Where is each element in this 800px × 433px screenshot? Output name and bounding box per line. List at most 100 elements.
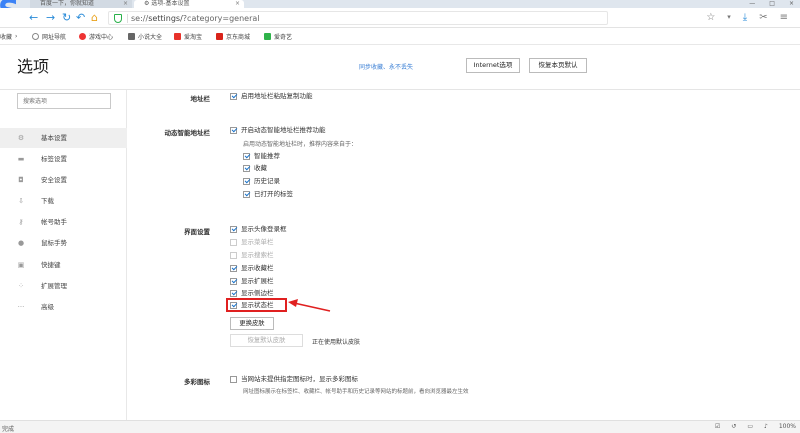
- checkbox[interactable]: [230, 290, 237, 297]
- globe-icon: [32, 33, 39, 40]
- bookmark-item[interactable]: 京东商城: [216, 32, 250, 41]
- bookmarks-bar: 收藏 › 网址导航 游戏中心 小说大全 爱淘宝 京东商城 爱奇艺: [0, 28, 800, 45]
- option-label: 智能推荐: [254, 152, 280, 160]
- sidebar-item-shortcuts[interactable]: ▣ 快捷键: [0, 255, 127, 275]
- checkbox[interactable]: [230, 376, 237, 383]
- refresh-icon[interactable]: ↺: [731, 423, 736, 430]
- option-history[interactable]: 历史记录: [243, 177, 280, 186]
- sidebar-item-tabs[interactable]: ▬ 标签设置: [0, 149, 127, 169]
- gear-icon: ⚙: [17, 134, 25, 142]
- sidebar-item-extensions[interactable]: ⁘ 扩展管理: [0, 276, 127, 296]
- status-tools: ☑ ↺ ▭ ♪ 100%: [715, 423, 796, 430]
- tab-settings[interactable]: ⚙ 选项-基本设置 ×: [134, 0, 244, 8]
- undo-close-icon[interactable]: ↶: [76, 11, 85, 24]
- bookmark-item[interactable]: 爱奇艺: [264, 32, 292, 41]
- sidebar-item-download[interactable]: ⇩ 下载: [0, 191, 127, 211]
- bookmark-item[interactable]: 网址导航: [32, 32, 66, 41]
- layout-icon[interactable]: ▭: [747, 423, 753, 430]
- option-sidebar[interactable]: 显示侧边栏: [230, 289, 274, 298]
- option-favorites[interactable]: 收藏: [243, 164, 267, 173]
- sidebar-item-label: 安全设置: [41, 176, 67, 184]
- scissors-icon[interactable]: ✂: [759, 11, 767, 24]
- option-colorful-icons[interactable]: 当网站未提供指定图标时，显示多彩图标: [230, 375, 358, 384]
- option-label: 显示扩展栏: [241, 277, 274, 285]
- checkbox[interactable]: [230, 93, 237, 100]
- grid-icon: ⁘: [18, 282, 24, 290]
- bookmark-favorites[interactable]: 收藏 ›: [0, 32, 17, 41]
- checkbox[interactable]: [230, 127, 237, 134]
- page-header: 选项 同步收藏、永不丢失 Internet选项 恢复本页默认: [0, 45, 800, 90]
- tab-label: 选项-基本设置: [151, 0, 190, 7]
- checkbox[interactable]: [243, 153, 250, 160]
- bookmark-label: 爱奇艺: [274, 34, 293, 41]
- sidebar-item-label: 快捷键: [41, 261, 61, 269]
- back-icon[interactable]: ←: [29, 11, 38, 24]
- option-smart-recommend[interactable]: 智能推荐: [243, 152, 280, 161]
- sidebar-item-advanced[interactable]: ··· 高级: [0, 297, 127, 317]
- address-bar[interactable]: se://settings/?category=general: [108, 11, 608, 25]
- shield-icon: ◘: [18, 176, 24, 184]
- sidebar-item-label: 帐号助手: [41, 218, 67, 226]
- sidebar-item-gestures[interactable]: ● 鼠标手势: [0, 233, 127, 253]
- checkbox[interactable]: [230, 239, 237, 246]
- download-icon[interactable]: ⤓: [743, 11, 747, 24]
- sidebar-item-label: 高级: [41, 303, 54, 311]
- chevron-icon: ›: [15, 33, 18, 40]
- checkbox[interactable]: [243, 165, 250, 172]
- checkbox[interactable]: [243, 191, 250, 198]
- option-label: 已打开的标签: [254, 190, 293, 198]
- restore-skin-button[interactable]: 恢复默认皮肤: [230, 334, 303, 347]
- sidebar-item-security[interactable]: ◘ 安全设置: [0, 170, 127, 190]
- check-icon[interactable]: ☑: [715, 423, 720, 430]
- option-search-bar[interactable]: 显示搜索栏: [230, 251, 274, 260]
- close-tab-icon[interactable]: ×: [235, 0, 240, 7]
- sync-link[interactable]: 同步收藏、永不丢失: [359, 62, 413, 71]
- divider: [127, 14, 128, 23]
- dropdown-icon[interactable]: ▾: [727, 11, 731, 24]
- more-icon: ···: [17, 303, 25, 311]
- option-smart-address[interactable]: 开启动态智能地址栏推荐功能: [230, 126, 326, 135]
- section-label-colorful-icons: 多彩图标: [184, 378, 210, 386]
- checkbox[interactable]: [230, 265, 237, 272]
- key-icon: ⚷: [18, 218, 24, 226]
- option-avatar-login[interactable]: 显示头像登录框: [230, 225, 287, 234]
- restore-defaults-button[interactable]: 恢复本页默认: [529, 58, 587, 73]
- close-window-icon[interactable]: ×: [789, 0, 794, 8]
- reload-icon[interactable]: ↻: [62, 11, 71, 24]
- option-open-tabs[interactable]: 已打开的标签: [243, 190, 293, 199]
- sidebar-item-general[interactable]: ⚙ 基本设置: [0, 128, 127, 148]
- star-icon[interactable]: ☆: [706, 11, 715, 24]
- section-label-address: 地址栏: [190, 95, 211, 103]
- bookmark-item[interactable]: 小说大全: [128, 32, 162, 41]
- option-menu-bar[interactable]: 显示菜单栏: [230, 238, 274, 247]
- sidebar-item-account[interactable]: ⚷ 帐号助手: [0, 212, 127, 232]
- checkbox[interactable]: [230, 226, 237, 233]
- forward-icon[interactable]: →: [46, 11, 55, 24]
- bookmark-item[interactable]: 爱淘宝: [174, 32, 202, 41]
- url-text[interactable]: se://settings/?category=general: [131, 13, 260, 24]
- checkbox[interactable]: [243, 178, 250, 185]
- secure-shield-icon: [114, 14, 122, 23]
- internet-options-button[interactable]: Internet选项: [466, 58, 520, 73]
- option-favorites-bar[interactable]: 显示收藏栏: [230, 264, 274, 273]
- menu-icon[interactable]: ≡: [780, 11, 788, 24]
- tab-baidu[interactable]: 百度一下，你就知道 ×: [30, 0, 132, 8]
- zoom-level[interactable]: 100%: [779, 423, 796, 430]
- home-icon[interactable]: ⌂: [91, 11, 98, 24]
- option-extension-bar[interactable]: 显示扩展栏: [230, 277, 274, 286]
- option-label: 当网站未提供指定图标时，显示多彩图标: [241, 375, 358, 383]
- change-skin-button[interactable]: 更换皮肤: [230, 317, 274, 330]
- checkbox[interactable]: [230, 278, 237, 285]
- search-input[interactable]: [17, 93, 111, 109]
- option-label: 显示侧边栏: [241, 289, 274, 297]
- sound-icon[interactable]: ♪: [764, 423, 768, 430]
- page-title: 选项: [17, 57, 50, 76]
- bookmark-item[interactable]: 游戏中心: [79, 32, 113, 41]
- url-query: ?category=general: [182, 14, 260, 23]
- checkbox[interactable]: [230, 252, 237, 259]
- minimize-icon[interactable]: —: [749, 0, 755, 8]
- close-tab-icon[interactable]: ×: [123, 0, 128, 7]
- restore-icon[interactable]: □: [769, 0, 775, 8]
- section-label-smart-address: 动态智能地址栏: [164, 129, 211, 137]
- option-paste-copy[interactable]: 启用地址栏粘贴复制功能: [230, 92, 313, 101]
